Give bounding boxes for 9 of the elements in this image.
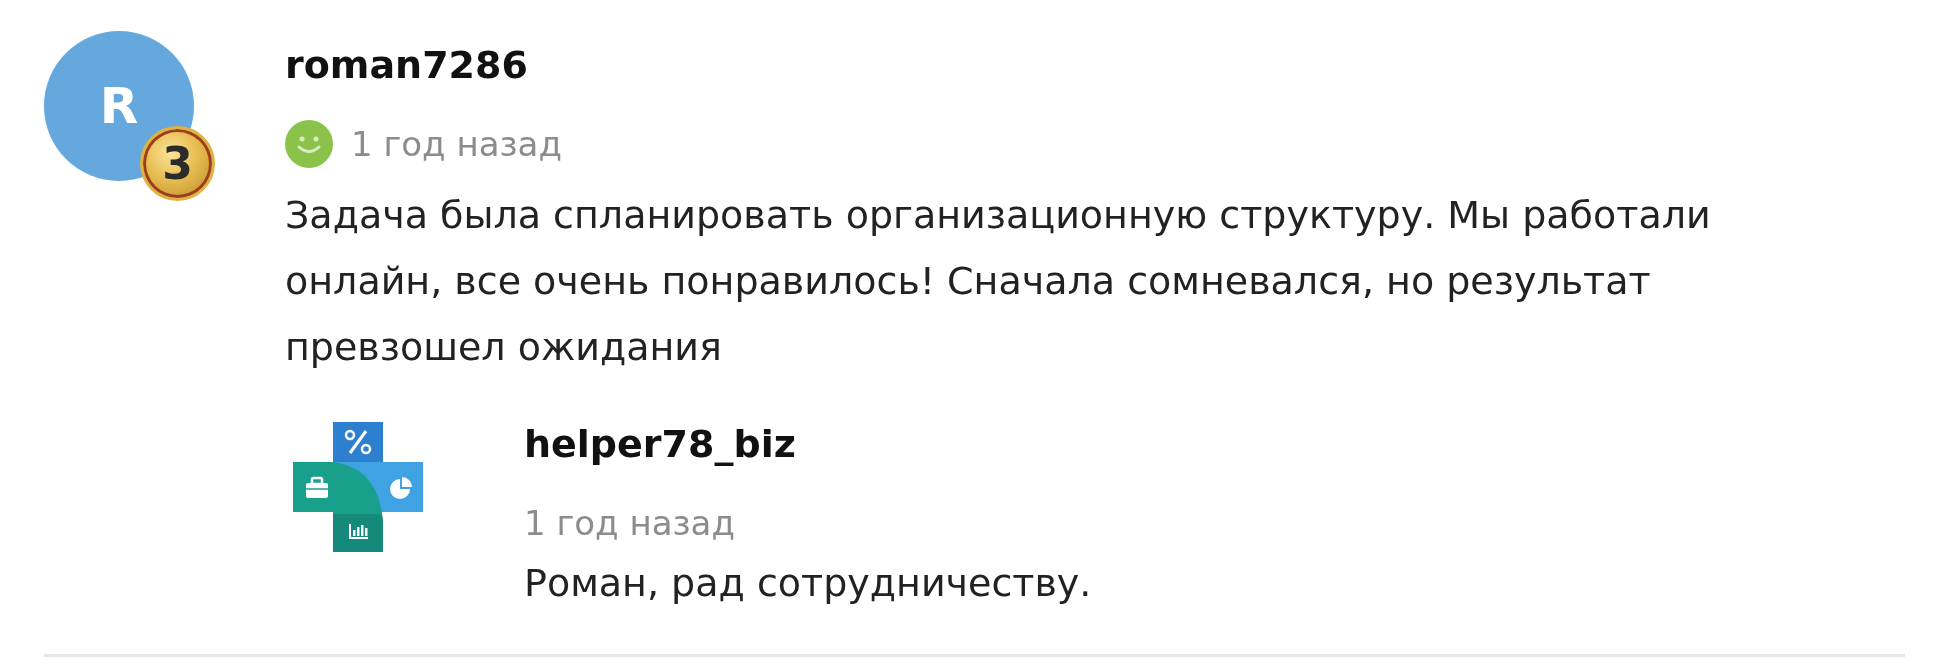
username: helper78_biz bbox=[524, 421, 796, 468]
reply-text: Роман, рад сотрудничеству. bbox=[524, 560, 1092, 607]
timestamp: 1 год назад bbox=[524, 502, 735, 545]
smiley-icon bbox=[285, 120, 333, 168]
timestamp: 1 год назад bbox=[351, 123, 562, 166]
comment-text: Задача была спланировать организационную структуру. Мы работали онлайн, все очень понравилось! Сначала сомневался, но результат превзошел ожидания bbox=[285, 192, 1712, 371]
logo-icon bbox=[293, 422, 423, 552]
level-badge: 3 bbox=[140, 126, 215, 201]
username: roman7286 bbox=[285, 42, 528, 89]
